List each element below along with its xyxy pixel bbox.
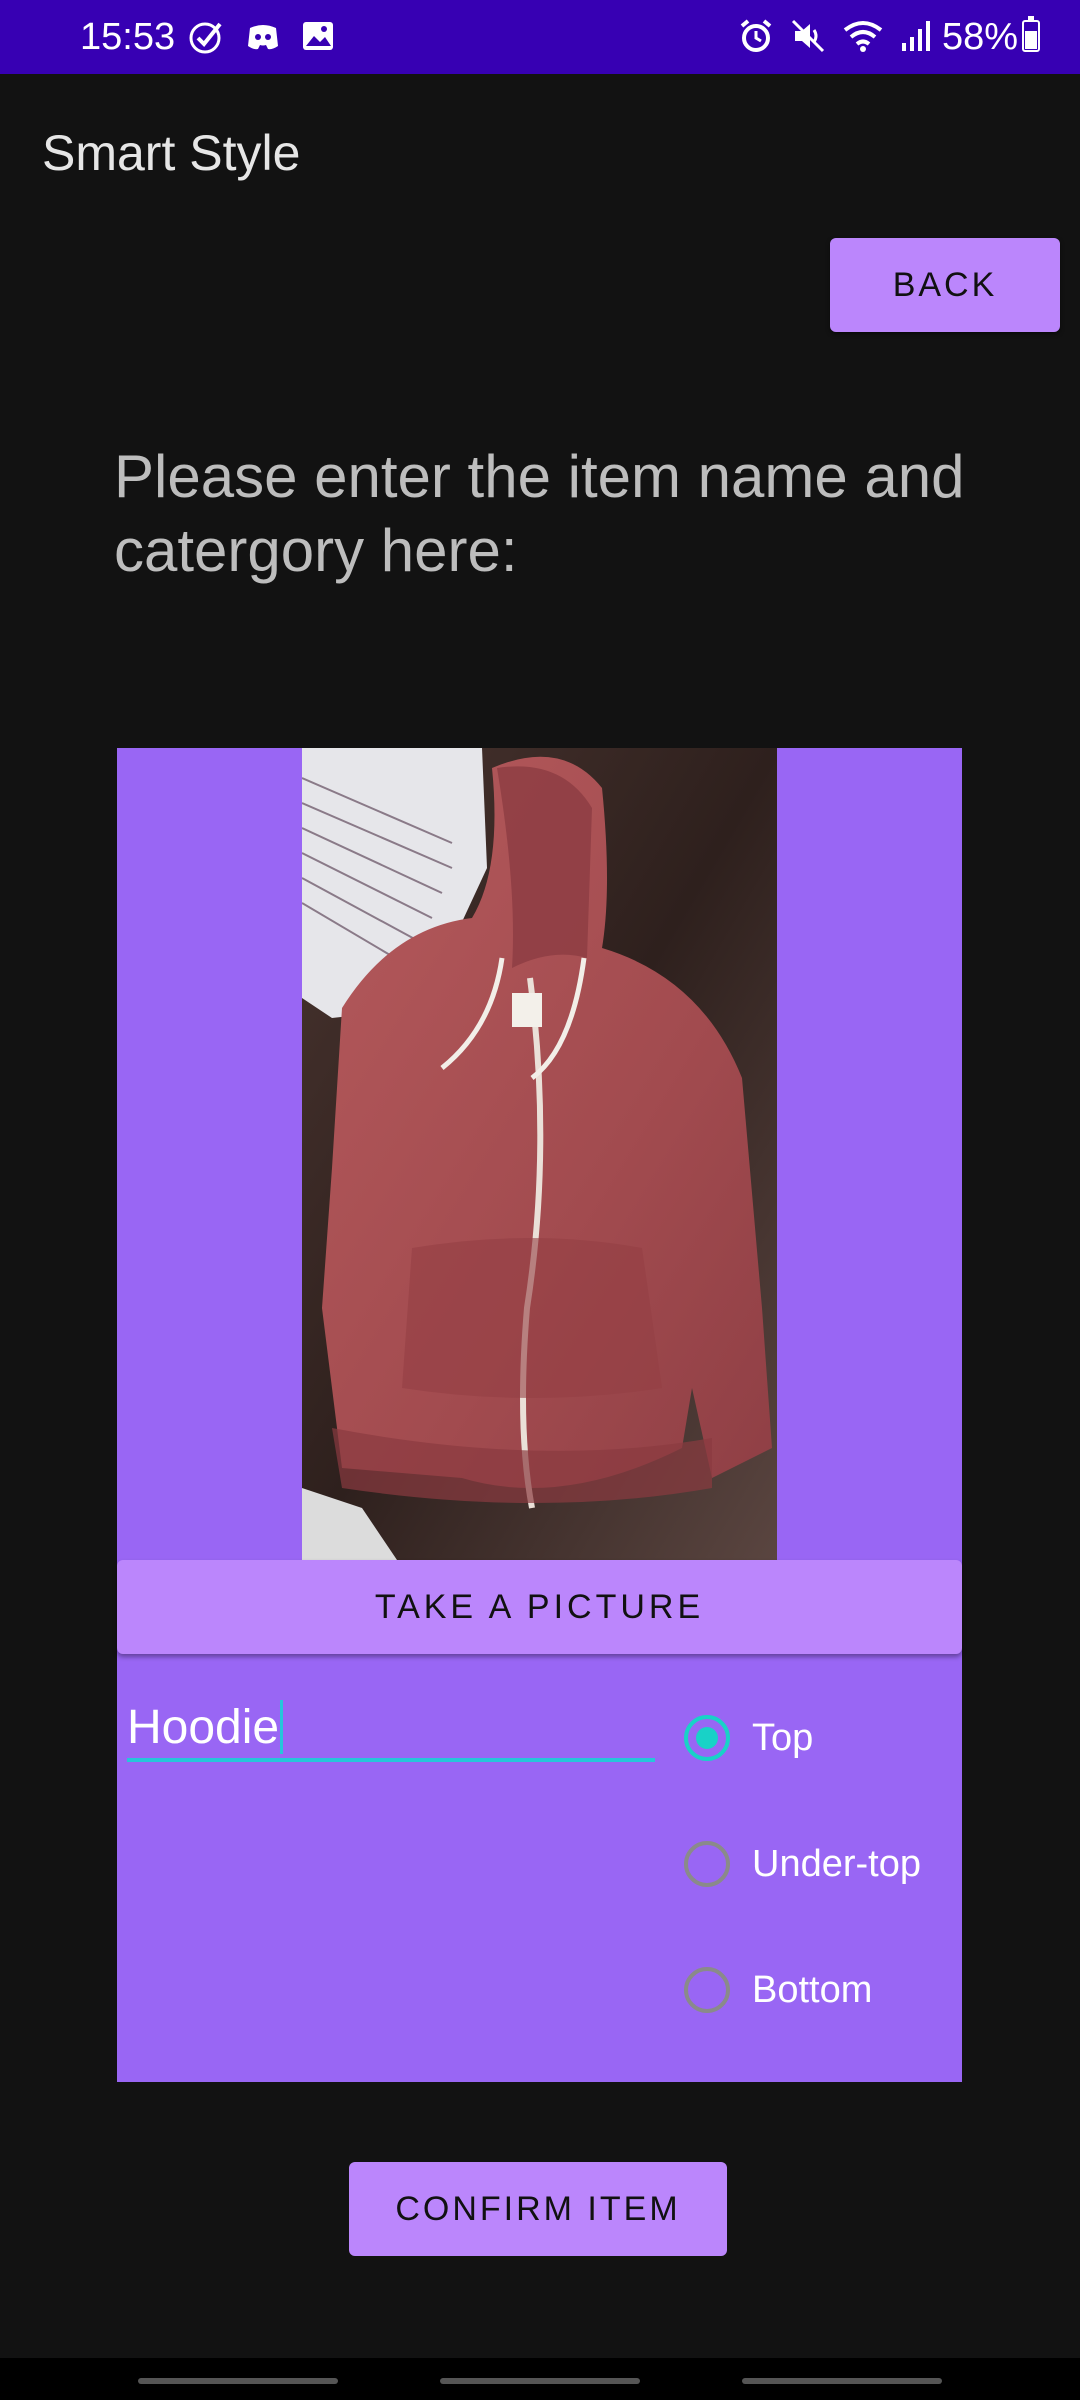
alarm-icon: [740, 19, 772, 52]
radio-label-under-top: Under-top: [752, 1842, 921, 1885]
radio-label-bottom: Bottom: [752, 1968, 873, 2011]
radio-button-unchecked-icon[interactable]: [684, 1967, 730, 2013]
nav-home-handle[interactable]: [440, 2378, 640, 2384]
radio-option-under-top[interactable]: Under-top: [682, 1834, 942, 1894]
hoodie-image: [302, 748, 777, 1560]
battery-icon: [1022, 16, 1040, 52]
back-button[interactable]: BACK: [830, 238, 1060, 332]
item-name-input[interactable]: Hoodie: [127, 1696, 655, 1762]
mute-icon: [791, 19, 825, 53]
check-circle-icon: [189, 22, 222, 54]
status-icons-left: [188, 18, 336, 56]
status-icons-right: [738, 18, 932, 54]
navigation-bar: [0, 2358, 1080, 2400]
item-card: TAKE A PICTURE Hoodie Top Under-top Bott…: [117, 748, 962, 2082]
status-bar: 15:53 58%: [0, 0, 1080, 74]
radio-button-unchecked-icon[interactable]: [684, 1841, 730, 1887]
nav-back-handle[interactable]: [742, 2378, 942, 2384]
signal-icon: [902, 21, 930, 51]
battery-percentage: 58%: [941, 16, 1018, 58]
confirm-item-button[interactable]: CONFIRM ITEM: [349, 2162, 727, 2256]
item-photo: [302, 748, 777, 1560]
radio-button-checked-icon[interactable]: [684, 1715, 730, 1761]
radio-option-bottom[interactable]: Bottom: [682, 1960, 942, 2020]
text-caret: [280, 1700, 284, 1754]
radio-label-top: Top: [752, 1716, 814, 1759]
image-icon: [303, 22, 333, 50]
nav-recents-handle[interactable]: [138, 2378, 338, 2384]
app-title: Smart Style: [42, 125, 301, 181]
discord-icon: [248, 25, 278, 50]
instruction-text: Please enter the item name and catergory…: [114, 443, 965, 584]
take-picture-button[interactable]: TAKE A PICTURE: [117, 1560, 962, 1654]
radio-option-top[interactable]: Top: [682, 1708, 942, 1768]
status-time: 15:53: [80, 16, 176, 58]
item-name-value: Hoodie: [127, 1700, 280, 1754]
wifi-icon: [843, 21, 883, 52]
